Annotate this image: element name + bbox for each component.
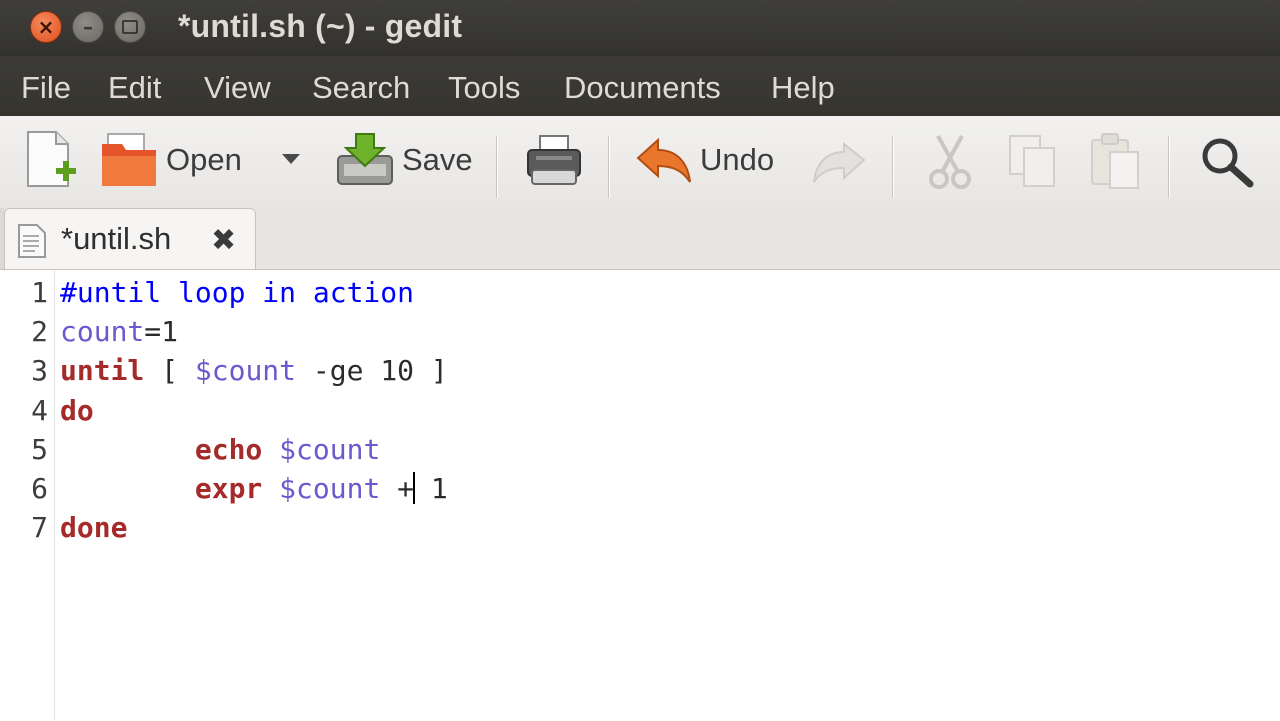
menu-documents[interactable]: Documents [564,70,721,106]
line-number: 6 [31,472,48,505]
close-window-button[interactable]: × [30,11,62,43]
undo-icon [636,137,691,183]
new-document-button[interactable] [24,130,78,190]
tab-until-sh[interactable]: *until.sh ✖ [4,208,256,272]
menu-tools[interactable]: Tools [448,70,520,106]
code-line[interactable]: #until loop in action [60,276,414,309]
line-number: 2 [31,315,48,349]
undo-button[interactable]: Undo [636,136,774,184]
paste-button[interactable] [1090,132,1142,190]
code-line[interactable]: until [ $count -ge 10 ] [60,354,448,387]
menu-search[interactable]: Search [312,70,410,106]
code-token: =1 [144,315,179,349]
redo-button[interactable] [812,140,866,184]
undo-label: Undo [700,142,775,177]
tab-label: *until.sh [61,221,172,256]
line-number: 5 [31,432,48,466]
save-button[interactable]: Save [336,132,473,188]
menu-help[interactable]: Help [771,70,835,106]
code-line[interactable]: count=1 [60,315,178,348]
paste-icon [1091,133,1139,189]
title-bar: × – *until.sh (~) - gedit [0,0,1280,56]
menu-file[interactable]: File [21,70,71,106]
cut-button[interactable] [928,134,972,190]
open-label: Open [166,142,242,177]
close-tab-icon[interactable]: ✖ [211,223,236,258]
variable-token: $count [279,432,381,466]
code-line[interactable]: done [60,511,127,544]
toolbar-separator [892,136,894,198]
keyword-token: done [60,511,128,545]
redo-icon [813,141,866,183]
maximize-icon [122,20,138,34]
print-icon [527,135,581,185]
print-button[interactable] [526,134,582,188]
open-icon [102,133,156,186]
search-icon [1202,138,1254,188]
copy-icon [1009,135,1055,187]
text-file-icon [18,224,46,258]
cut-icon [929,135,971,189]
code-line[interactable]: echo $count [60,433,380,466]
toolbar-separator [608,136,610,198]
code-token: + [380,472,415,505]
keyword-token: do [60,393,94,427]
maximize-window-button[interactable] [114,11,146,43]
find-button[interactable] [1200,136,1254,188]
code-token: [ [144,354,195,388]
dropdown-icon [282,154,300,164]
toolbar-separator [496,136,498,198]
save-icon [337,133,393,185]
line-number: 1 [31,276,48,309]
keyword-token: expr [194,472,263,505]
open-recent-dropdown[interactable] [280,152,302,166]
document-tabs: *until.sh ✖ [0,208,1280,272]
keyword-token: echo [194,432,263,466]
minimize-window-button[interactable]: – [72,11,104,43]
toolbar: Open Save Undo [0,116,1280,209]
code-token: 1 [414,472,448,505]
variable-token: $count [194,354,297,388]
copy-button[interactable] [1008,134,1058,188]
minimize-icon: – [83,15,93,39]
code-token: -ge 10 ] [296,354,448,388]
code-line[interactable]: do [60,394,94,427]
keyword-token: until [60,354,145,388]
variable-token: count [60,315,145,349]
line-number: 3 [31,354,48,388]
window-title: *until.sh (~) - gedit [178,8,463,44]
toolbar-separator [1168,136,1170,198]
comment-token: #until loop in action [60,276,415,309]
code-line[interactable]: expr $count + 1 [60,472,448,505]
variable-token: $count [279,472,381,505]
save-label: Save [402,142,473,177]
line-number: 7 [31,511,48,545]
menu-view[interactable]: View [204,70,271,106]
new-document-icon [27,131,76,187]
open-button[interactable]: Open [100,132,242,188]
line-number: 4 [31,393,48,427]
menu-bar: File Edit View Search Tools Documents He… [0,56,1280,116]
close-icon: × [37,15,55,39]
menu-edit[interactable]: Edit [108,70,161,106]
